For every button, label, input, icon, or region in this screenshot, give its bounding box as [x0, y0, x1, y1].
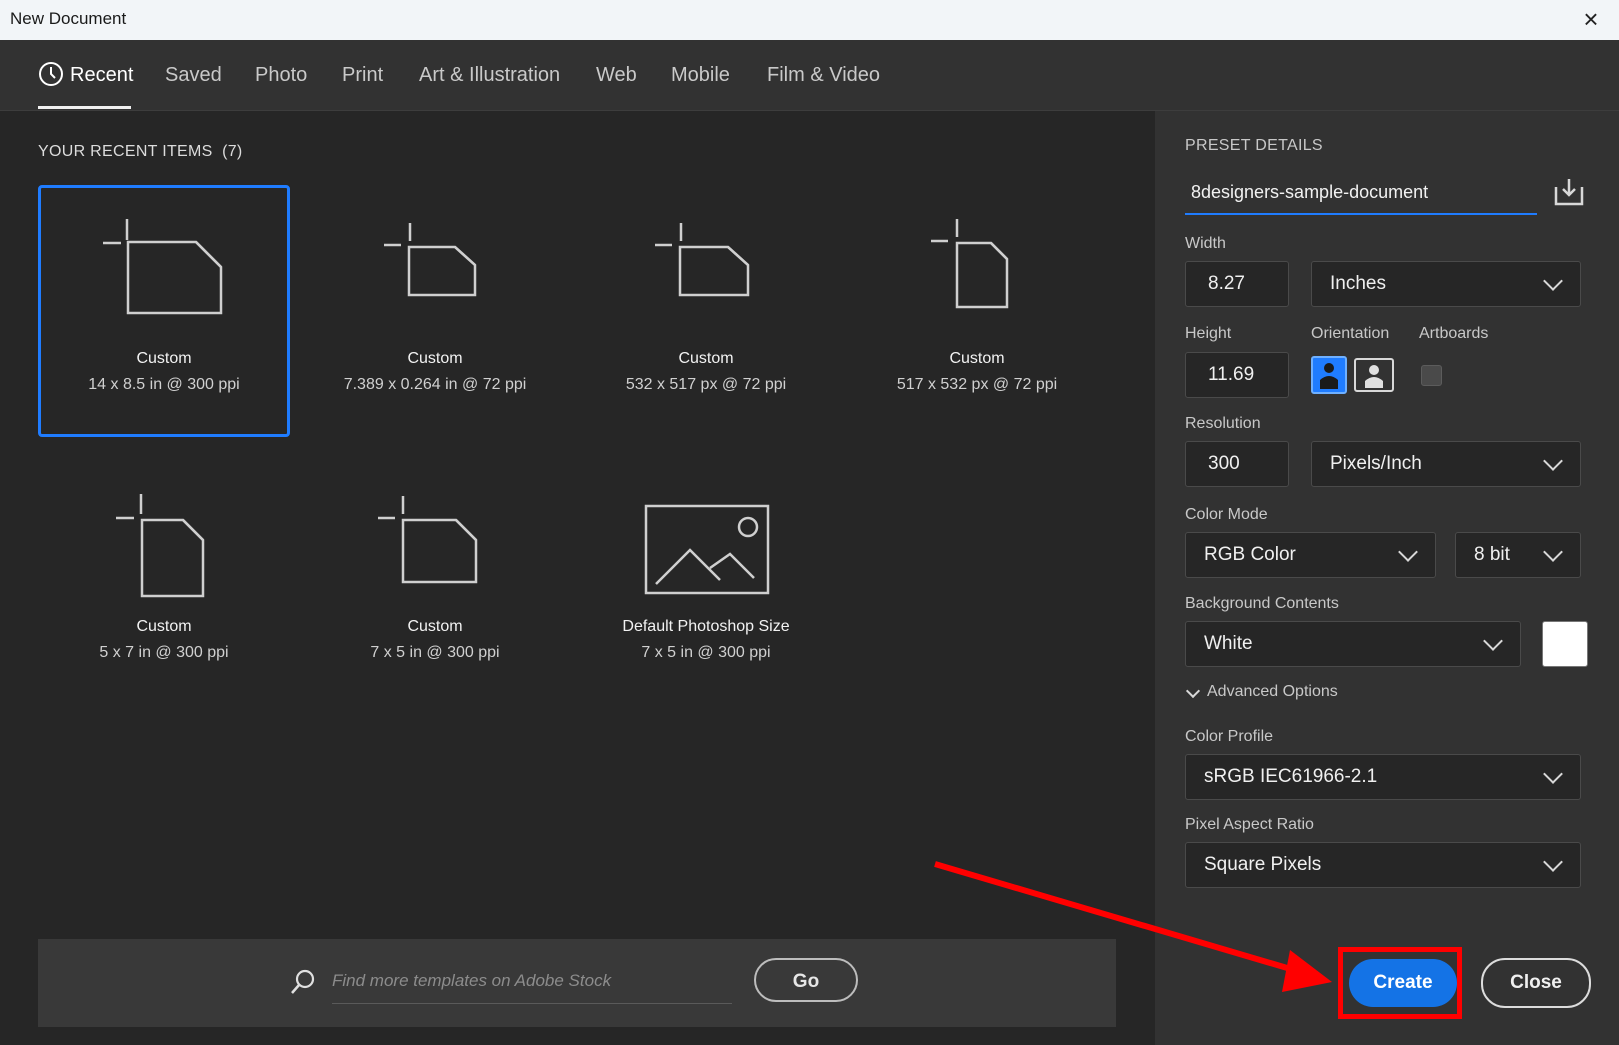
- recent-item-dims: 532 x 517 px @ 72 ppi: [625, 376, 787, 393]
- window-title: New Document: [10, 9, 127, 28]
- recent-item-dims: 7 x 5 in @ 300 ppi: [370, 644, 500, 661]
- chevron-down-icon: [1483, 631, 1503, 651]
- landscape-document-icon: [103, 219, 223, 315]
- image-placeholder-icon: [644, 504, 770, 595]
- recent-items-count: (7): [222, 143, 243, 160]
- orientation-label: Orientation: [1311, 325, 1390, 342]
- recent-item-dims: 517 x 532 px @ 72 ppi: [896, 376, 1058, 393]
- create-button[interactable]: Create: [1349, 959, 1457, 1007]
- tab-web[interactable]: Web: [596, 64, 637, 87]
- tab-print[interactable]: Print: [342, 64, 383, 87]
- background-contents-value: White: [1204, 633, 1253, 654]
- recent-item-3[interactable]: Custom 532 x 517 px @ 72 ppi: [580, 185, 832, 437]
- width-field[interactable]: 8.27: [1185, 261, 1289, 307]
- landscape-orientation-icon[interactable]: [1354, 358, 1394, 392]
- chevron-down-icon: [1185, 683, 1201, 699]
- background-contents-label: Background Contents: [1185, 595, 1339, 612]
- recent-item-7[interactable]: Default Photoshop Size 7 x 5 in @ 300 pp…: [580, 456, 832, 708]
- bit-depth-value: 8 bit: [1474, 544, 1510, 565]
- save-preset-icon[interactable]: [1553, 177, 1585, 207]
- recent-item-4[interactable]: Custom 517 x 532 px @ 72 ppi: [851, 185, 1103, 437]
- tab-saved[interactable]: Saved: [165, 64, 222, 87]
- advanced-options-label: Advanced Options: [1207, 683, 1338, 700]
- recent-item-dims: 7.389 x 0.264 in @ 72 ppi: [343, 376, 527, 393]
- category-tabs: Recent Saved Photo Print Art & Illustrat…: [0, 40, 1619, 111]
- recent-item-dims: 5 x 7 in @ 300 ppi: [99, 644, 229, 661]
- background-color-swatch[interactable]: [1542, 621, 1588, 667]
- recent-item-name: Custom: [678, 350, 734, 367]
- artboards-checkbox[interactable]: [1421, 365, 1442, 386]
- tab-mobile[interactable]: Mobile: [671, 64, 730, 87]
- stock-search-bar: Find more templates on Adobe Stock Go: [38, 939, 1116, 1027]
- resolution-field[interactable]: 300: [1185, 441, 1289, 487]
- height-field[interactable]: 11.69: [1185, 352, 1289, 398]
- artboards-label: Artboards: [1419, 325, 1489, 342]
- window-close-icon[interactable]: ×: [1577, 5, 1605, 33]
- chevron-down-icon: [1543, 852, 1563, 872]
- tab-recent[interactable]: Recent: [70, 64, 133, 87]
- clock-icon: [39, 62, 63, 86]
- portrait-orientation-icon[interactable]: [1311, 356, 1347, 394]
- recent-item-2[interactable]: Custom 7.389 x 0.264 in @ 72 ppi: [309, 185, 561, 437]
- preset-details-panel: PRESET DETAILS 8designers-sample-documen…: [1155, 111, 1619, 1045]
- bit-depth-select[interactable]: 8 bit: [1455, 532, 1581, 578]
- pixel-aspect-ratio-label: Pixel Aspect Ratio: [1185, 816, 1314, 833]
- recent-item-name: Custom: [136, 618, 192, 635]
- preset-details-heading: PRESET DETAILS: [1185, 137, 1323, 154]
- chevron-down-icon: [1398, 542, 1418, 562]
- background-contents-select[interactable]: White: [1185, 621, 1521, 667]
- title-bar: New Document ×: [0, 0, 1619, 40]
- color-profile-label: Color Profile: [1185, 728, 1274, 745]
- recent-item-name: Custom: [407, 350, 463, 367]
- recent-item-name: Default Photoshop Size: [622, 618, 790, 635]
- color-profile-value: sRGB IEC61966-2.1: [1204, 766, 1378, 787]
- landscape-document-icon: [384, 223, 477, 297]
- resolution-unit-select[interactable]: Pixels/Inch: [1311, 441, 1581, 487]
- tab-photo[interactable]: Photo: [255, 64, 307, 87]
- landscape-document-icon: [378, 496, 478, 584]
- portrait-document-icon: [116, 494, 205, 598]
- recent-items-panel: YOUR RECENT ITEMS (7) Custom 14 x 8.5 in…: [0, 111, 1155, 1045]
- recent-item-dims: 7 x 5 in @ 300 ppi: [641, 644, 771, 661]
- pixel-aspect-ratio-value: Square Pixels: [1204, 854, 1322, 875]
- document-name-field[interactable]: 8designers-sample-document: [1185, 171, 1537, 215]
- recent-item-name: Custom: [136, 350, 192, 367]
- recent-item-6[interactable]: Custom 7 x 5 in @ 300 ppi: [309, 456, 561, 708]
- tab-film-video[interactable]: Film & Video: [767, 64, 880, 87]
- landscape-document-icon: [655, 223, 750, 297]
- search-icon: [291, 969, 315, 994]
- go-button[interactable]: Go: [754, 958, 858, 1002]
- recent-item-1[interactable]: Custom 14 x 8.5 in @ 300 ppi: [38, 185, 290, 437]
- color-mode-select[interactable]: RGB Color: [1185, 532, 1436, 578]
- chevron-down-icon: [1543, 764, 1563, 784]
- tab-art-illustration[interactable]: Art & Illustration: [419, 64, 560, 87]
- color-mode-label: Color Mode: [1185, 506, 1268, 523]
- resolution-unit-value: Pixels/Inch: [1330, 453, 1422, 474]
- color-mode-value: RGB Color: [1204, 544, 1296, 565]
- height-label: Height: [1185, 325, 1232, 342]
- recent-item-5[interactable]: Custom 5 x 7 in @ 300 ppi: [38, 456, 290, 708]
- recent-item-name: Custom: [407, 618, 463, 635]
- recent-item-name: Custom: [949, 350, 1005, 367]
- chevron-down-icon: [1543, 542, 1563, 562]
- stock-search-input[interactable]: Find more templates on Adobe Stock: [332, 959, 732, 1004]
- recent-item-dims: 14 x 8.5 in @ 300 ppi: [88, 376, 240, 393]
- chevron-down-icon: [1543, 451, 1563, 471]
- portrait-document-icon: [931, 219, 1009, 309]
- chevron-down-icon: [1543, 271, 1563, 291]
- recent-items-heading: YOUR RECENT ITEMS (7): [38, 143, 243, 160]
- width-unit-value: Inches: [1330, 273, 1386, 294]
- width-label: Width: [1185, 235, 1226, 252]
- pixel-aspect-ratio-select[interactable]: Square Pixels: [1185, 842, 1581, 888]
- active-tab-indicator: [38, 106, 131, 109]
- resolution-label: Resolution: [1185, 415, 1261, 432]
- width-unit-select[interactable]: Inches: [1311, 261, 1581, 307]
- color-profile-select[interactable]: sRGB IEC61966-2.1: [1185, 754, 1581, 800]
- close-button[interactable]: Close: [1481, 958, 1591, 1008]
